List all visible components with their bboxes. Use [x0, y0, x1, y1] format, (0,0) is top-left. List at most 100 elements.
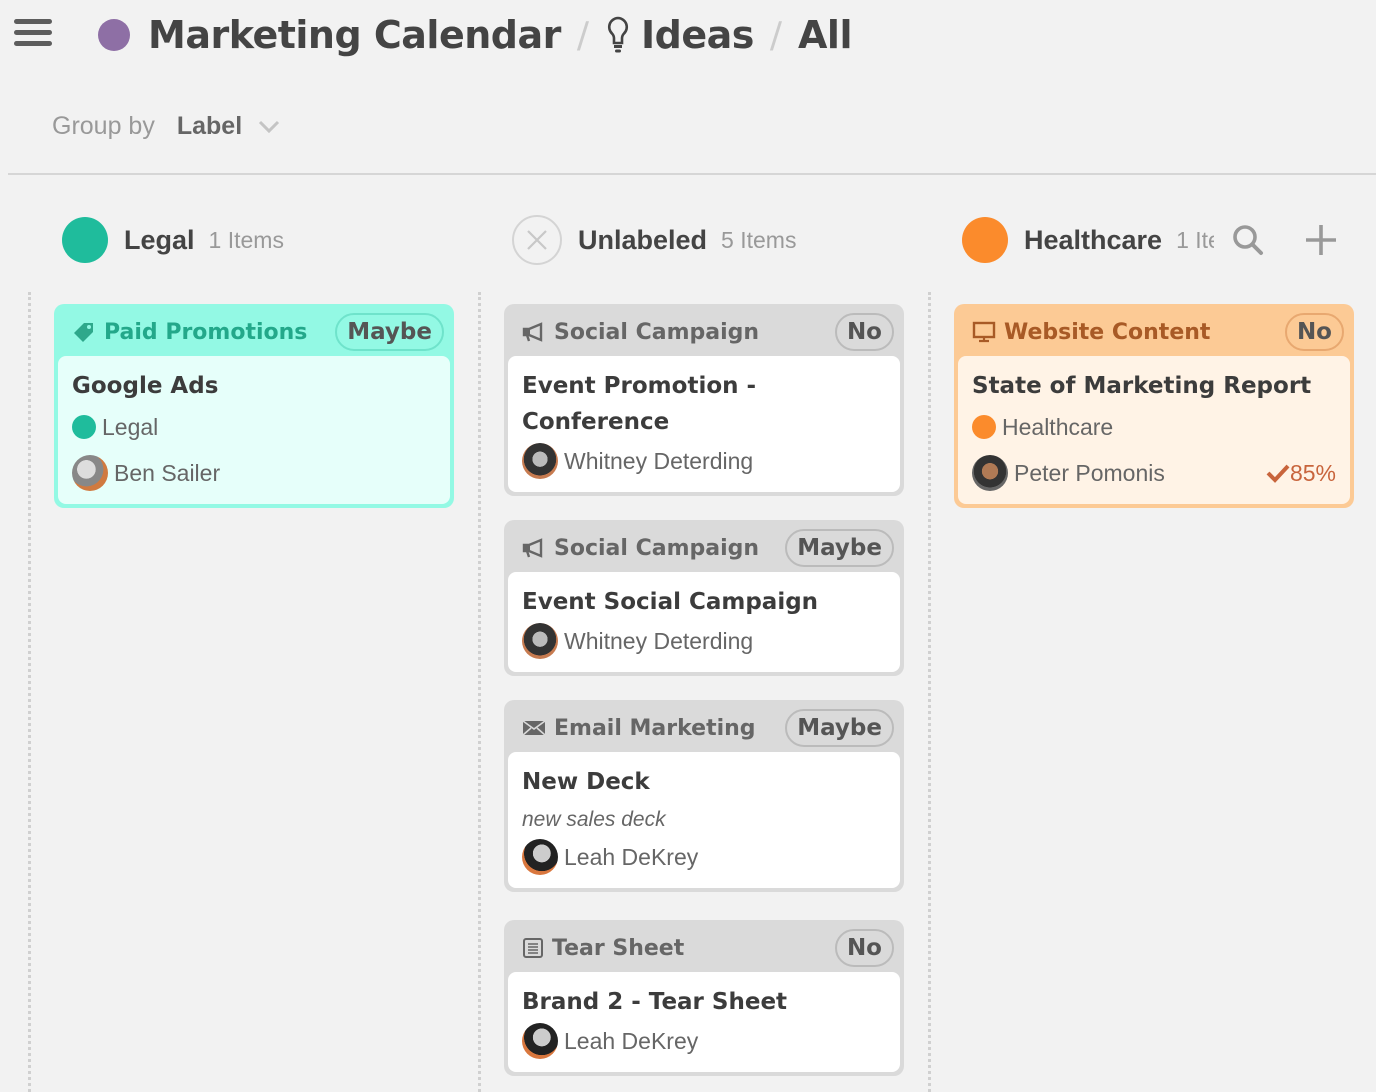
- unlabeled-x-icon: [512, 215, 562, 265]
- chevron-down-icon[interactable]: [258, 120, 280, 134]
- assignee-name: Whitney Deterding: [564, 447, 754, 474]
- status-badge[interactable]: No: [834, 929, 894, 967]
- card-category: Email Marketing: [522, 716, 756, 741]
- label-color-dot: [62, 217, 108, 263]
- column-title: Legal: [124, 224, 195, 255]
- status-badge[interactable]: Maybe: [785, 709, 894, 747]
- tag-icon: [74, 323, 93, 342]
- group-by-select[interactable]: Label: [177, 112, 242, 141]
- avatar: [522, 623, 558, 659]
- card-header: Email Marketing Maybe: [508, 704, 900, 752]
- menu-icon[interactable]: [14, 19, 54, 49]
- column-header: Healthcare 1 Ite: [962, 216, 1362, 264]
- card-category: Paid Promotions: [72, 320, 307, 345]
- card-body: Event Social Campaign Whitney Deterding: [508, 572, 900, 672]
- card-label-text: Healthcare: [1002, 413, 1114, 440]
- status-badge[interactable]: No: [1284, 313, 1344, 351]
- card-title: Google Ads: [72, 373, 219, 399]
- card-body: Event Promotion - Conference Whitney Dete…: [508, 356, 900, 492]
- idea-card[interactable]: Paid Promotions Maybe Google Ads Legal B…: [54, 304, 454, 508]
- card-body: Google Ads Legal Ben Sailer: [58, 356, 450, 504]
- envelope-icon: [522, 720, 546, 736]
- column-count: 1 Items: [208, 226, 284, 253]
- check-icon: [1266, 464, 1290, 483]
- avatar: [522, 839, 558, 875]
- card-category-label: Website Content: [1004, 319, 1211, 345]
- breadcrumb-view[interactable]: All: [798, 13, 852, 57]
- progress-indicator: 85%: [1266, 460, 1336, 487]
- add-icon[interactable]: [1304, 223, 1338, 257]
- label-color-dot: [962, 217, 1008, 263]
- megaphone-icon: [522, 322, 543, 342]
- card-category-label: Paid Promotions: [104, 319, 308, 345]
- assignee-name: Ben Sailer: [114, 459, 221, 486]
- top-bar: Marketing Calendar / Ideas / All: [0, 0, 1376, 70]
- idea-card[interactable]: Social Campaign No Event Promotion - Conf…: [504, 304, 904, 496]
- column-count: 1 Ite: [1176, 226, 1214, 253]
- group-by-label: Group by: [52, 112, 155, 140]
- card-header: Tear Sheet No: [508, 924, 900, 972]
- group-by-control: Group by Label: [52, 112, 280, 141]
- card-body: New Deck new sales deck Leah DeKrey: [508, 752, 900, 888]
- card-title: New Deck: [522, 769, 650, 795]
- idea-card[interactable]: Email Marketing Maybe New Deck new sales…: [504, 700, 904, 892]
- card-body: Brand 2 - Tear Sheet Leah DeKrey: [508, 972, 900, 1072]
- column-divider: [928, 292, 931, 1092]
- card-header: Paid Promotions Maybe: [58, 308, 450, 356]
- divider: [8, 173, 1376, 175]
- lightbulb-icon: [607, 16, 629, 53]
- assignee-name: Leah DeKrey: [564, 843, 699, 870]
- breadcrumb-separator: /: [769, 14, 783, 56]
- status-badge[interactable]: Maybe: [785, 529, 894, 567]
- assignee-name: Leah DeKrey: [564, 1027, 699, 1054]
- column-title: Healthcare: [1024, 224, 1163, 255]
- card-category-label: Social Campaign: [554, 535, 760, 561]
- card-body: State of Marketing Report Healthcare Pet…: [958, 356, 1350, 504]
- card-category-label: Tear Sheet: [552, 935, 685, 961]
- idea-card[interactable]: Social Campaign Maybe Event Social Campa…: [504, 520, 904, 676]
- column-count: 5 Items: [721, 226, 797, 253]
- project-color-dot: [98, 19, 130, 51]
- card-header: Social Campaign No: [508, 308, 900, 356]
- card-category-label: Email Marketing: [554, 715, 756, 741]
- avatar: [72, 455, 108, 491]
- breadcrumb: Marketing Calendar / Ideas / All: [98, 10, 852, 60]
- card-category: Website Content: [972, 320, 1210, 345]
- megaphone-icon: [522, 538, 543, 558]
- card-title: Event Promotion - Conference: [522, 373, 757, 435]
- card-header: Social Campaign Maybe: [508, 524, 900, 572]
- card-label: Legal: [72, 410, 436, 444]
- card-title: State of Marketing Report: [972, 373, 1312, 399]
- breadcrumb-section[interactable]: Ideas: [641, 13, 754, 57]
- idea-card[interactable]: Website Content No State of Marketing Re…: [954, 304, 1354, 508]
- column-header: Unlabeled 5 Items: [512, 215, 797, 265]
- card-assignee: Leah DeKrey: [522, 1023, 886, 1059]
- card-label-text: Legal: [102, 413, 159, 440]
- card-header: Website Content No: [958, 308, 1350, 356]
- card-assignee: Whitney Deterding: [522, 623, 886, 659]
- status-badge[interactable]: No: [834, 313, 894, 351]
- card-description: new sales deck: [522, 808, 666, 831]
- idea-card[interactable]: Tear Sheet No Brand 2 - Tear Sheet Leah …: [504, 920, 904, 1076]
- card-category: Tear Sheet: [522, 936, 684, 961]
- column-divider: [28, 292, 31, 1092]
- card-assignee: Peter Pomonis 85%: [972, 455, 1336, 491]
- search-icon[interactable]: [1232, 224, 1264, 256]
- card-title: Event Social Campaign: [522, 589, 819, 615]
- column-title: Unlabeled: [578, 224, 708, 255]
- column-divider: [478, 292, 481, 1092]
- card-category: Social Campaign: [522, 320, 759, 345]
- avatar: [522, 1023, 558, 1059]
- breadcrumb-separator: /: [576, 14, 589, 56]
- document-icon: [523, 938, 543, 958]
- status-badge[interactable]: Maybe: [335, 313, 444, 351]
- card-assignee: Ben Sailer: [72, 455, 436, 491]
- assignee-name: Peter Pomonis: [1014, 459, 1165, 486]
- avatar: [972, 455, 1008, 491]
- card-category-label: Social Campaign: [554, 319, 760, 345]
- progress-value: 85%: [1289, 459, 1336, 486]
- card-label: Healthcare: [972, 410, 1336, 444]
- label-color-dot: [972, 415, 996, 439]
- monitor-icon: [972, 321, 996, 343]
- breadcrumb-project[interactable]: Marketing Calendar: [148, 13, 561, 57]
